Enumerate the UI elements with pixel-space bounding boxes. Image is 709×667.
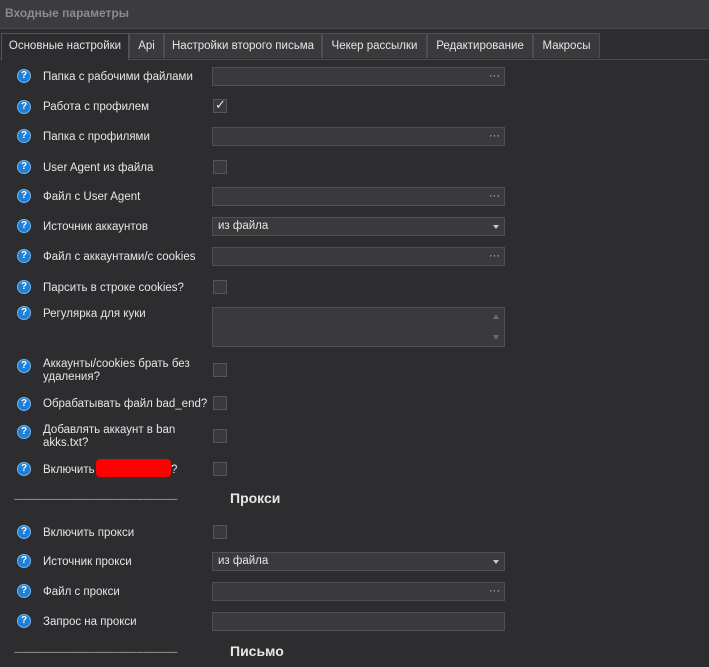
cookie-regex-textarea[interactable] [212,307,505,347]
proxy-file-label: Файл с прокси [43,586,120,598]
browse-icon[interactable]: ··· [489,189,500,203]
scrollbar[interactable] [488,308,504,346]
tab-second-letter-settings[interactable]: Настройки второго письма [164,33,322,58]
enable-redacted-checkbox[interactable] [213,462,227,476]
accounts-source-select[interactable]: из файла [212,217,505,236]
process-bad-end-checkbox[interactable] [213,396,227,410]
ua-file-input[interactable]: ··· [212,187,505,206]
tab-mailing-checker[interactable]: Чекер рассылки [322,33,427,58]
help-icon[interactable]: ? [17,306,31,320]
redaction-mark [96,459,171,477]
enable-redacted-label-prefix: Включить [43,464,95,476]
enable-proxy-label: Включить прокси [43,527,135,539]
browse-icon[interactable]: ··· [489,249,500,263]
accounts-file-label: Файл с аккаунтами/с cookies [43,251,196,263]
add-to-ban-label: Добавлять аккаунт в ban akks.txt? [43,424,176,449]
help-icon[interactable]: ? [17,189,31,203]
section-letter-title: Письмо [230,643,284,659]
profiles-folder-label: Папка с профилями [43,131,150,143]
help-icon[interactable]: ? [17,525,31,539]
tab-macros[interactable]: Макросы [533,33,600,58]
help-icon[interactable]: ? [17,397,31,411]
ua-from-file-label: User Agent из файла [43,162,154,174]
add-to-ban-checkbox[interactable] [213,429,227,443]
work-folder-input[interactable]: ··· [212,67,505,86]
help-icon[interactable]: ? [17,425,31,439]
proxy-source-select[interactable]: из файла [212,552,505,571]
proxy-source-value: из файла [218,555,269,567]
accounts-source-label: Источник аккаунтов [43,221,149,233]
help-icon[interactable]: ? [17,219,31,233]
checkmark-icon: ✓ [215,97,226,112]
proxy-request-label: Запрос на прокси [43,616,137,628]
profile-work-label: Работа с профилем [43,101,150,113]
window-title: Входные параметры [5,6,129,20]
cookie-regex-label: Регулярка для куки [43,308,146,320]
help-icon[interactable]: ? [17,100,31,114]
accounts-source-value: из файла [218,220,269,232]
tab-bar: Основные настройки Api Настройки второго… [0,33,709,60]
enable-proxy-checkbox[interactable] [213,525,227,539]
chevron-down-icon[interactable] [493,225,499,229]
chevron-down-icon[interactable] [493,560,499,564]
parse-cookies-checkbox[interactable] [213,280,227,294]
work-folder-label: Папка с рабочими файлами [43,71,193,83]
profile-work-checkbox[interactable]: ✓ [213,97,227,113]
section-divider: ----------------------------------------… [14,647,178,657]
section-proxy-title: Прокси [230,490,281,506]
browse-icon[interactable]: ··· [489,69,500,83]
scroll-down-icon[interactable] [493,335,499,340]
profiles-folder-input[interactable]: ··· [212,127,505,146]
proxy-file-input[interactable]: ··· [212,582,505,601]
help-icon[interactable]: ? [17,584,31,598]
proxy-request-input[interactable] [212,612,505,631]
help-icon[interactable]: ? [17,554,31,568]
ua-from-file-checkbox[interactable] [213,160,227,174]
browse-icon[interactable]: ··· [489,584,500,598]
tab-api[interactable]: Api [129,33,164,58]
take-no-delete-label: Аккаунты/cookies брать без удаления? [43,358,190,383]
help-icon[interactable]: ? [17,249,31,263]
help-icon[interactable]: ? [17,462,31,476]
browse-icon[interactable]: ··· [489,129,500,143]
scroll-up-icon[interactable] [493,314,499,319]
tab-main-settings[interactable]: Основные настройки [1,33,129,60]
tab-editing[interactable]: Редактирование [427,33,533,58]
help-icon[interactable]: ? [17,129,31,143]
enable-redacted-label-suffix: ? [171,464,178,476]
process-bad-end-label: Обрабатывать файл bad_end? [43,398,208,410]
take-no-delete-checkbox[interactable] [213,363,227,377]
proxy-source-label: Источник прокси [43,556,132,568]
ua-file-label: Файл с User Agent [43,191,141,203]
accounts-file-input[interactable]: ··· [212,247,505,266]
parse-cookies-label: Парсить в строке cookies? [43,282,184,294]
title-bar: Входные параметры [0,0,709,29]
help-icon[interactable]: ? [17,69,31,83]
help-icon[interactable]: ? [17,359,31,373]
help-icon[interactable]: ? [17,160,31,174]
help-icon[interactable]: ? [17,280,31,294]
section-divider: ----------------------------------------… [14,494,178,504]
help-icon[interactable]: ? [17,614,31,628]
